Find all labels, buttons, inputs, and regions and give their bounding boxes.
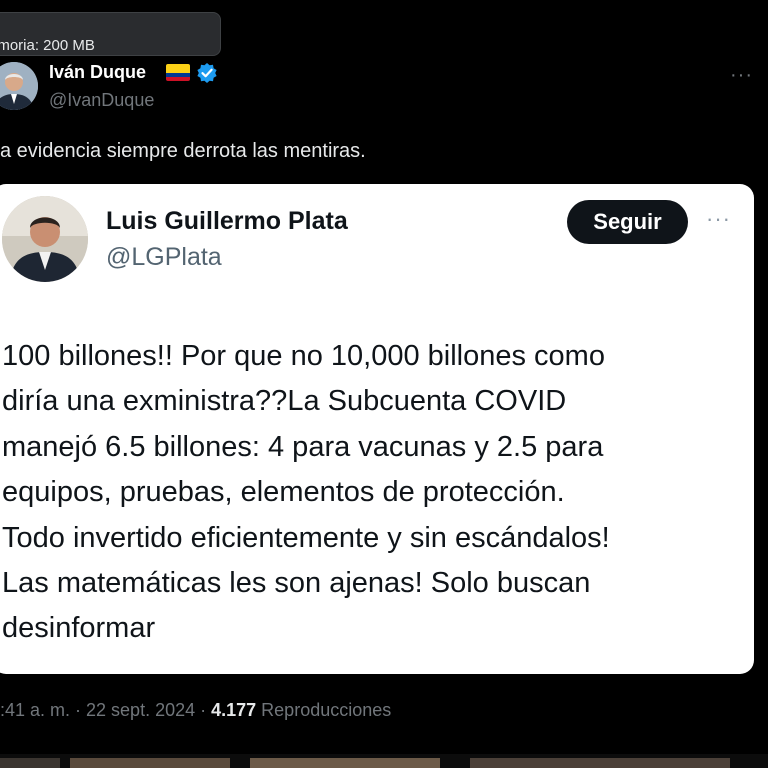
tweet-meta: :41 a. m. · 22 sept. 2024 · 4.177 Reprod… bbox=[0, 700, 391, 721]
colombia-flag-icon bbox=[166, 64, 190, 81]
quoted-author-avatar[interactable] bbox=[2, 196, 88, 282]
author-avatar[interactable] bbox=[0, 62, 38, 110]
preview-segment bbox=[250, 758, 440, 768]
tweet-timestamp[interactable]: :41 a. m. · 22 sept. 2024 · bbox=[0, 700, 211, 720]
preview-segment bbox=[470, 758, 730, 768]
follow-button[interactable]: Seguir bbox=[567, 200, 688, 244]
author-name[interactable]: Iván Duque bbox=[49, 62, 146, 83]
quoted-author-avatar-image bbox=[2, 196, 88, 282]
views-label: Reproducciones bbox=[256, 700, 392, 720]
quoted-tweet-card[interactable]: Luis Guillermo Plata @LGPlata Seguir ···… bbox=[0, 184, 754, 674]
more-options-icon[interactable]: ··· bbox=[730, 64, 753, 87]
memory-tooltip-text: emoria: 200 MB bbox=[0, 37, 95, 54]
next-content-preview bbox=[0, 754, 768, 768]
memory-tooltip: emoria: 200 MB bbox=[0, 12, 221, 56]
views-count: 4.177 bbox=[211, 700, 257, 720]
author-avatar-image bbox=[0, 62, 38, 110]
quoted-tweet-text: 100 billones!! Por que no 10,000 billone… bbox=[2, 340, 610, 645]
preview-segment bbox=[70, 758, 230, 768]
tweet-text: a evidencia siempre derrota las mentiras… bbox=[0, 140, 366, 162]
quoted-author-handle[interactable]: @LGPlata bbox=[106, 243, 222, 272]
quoted-author-name[interactable]: Luis Guillermo Plata bbox=[106, 207, 348, 236]
quoted-more-options-icon[interactable]: ··· bbox=[706, 206, 731, 232]
author-handle[interactable]: @IvanDuque bbox=[49, 90, 154, 111]
preview-segment bbox=[0, 758, 60, 768]
verified-badge-icon bbox=[197, 63, 217, 83]
